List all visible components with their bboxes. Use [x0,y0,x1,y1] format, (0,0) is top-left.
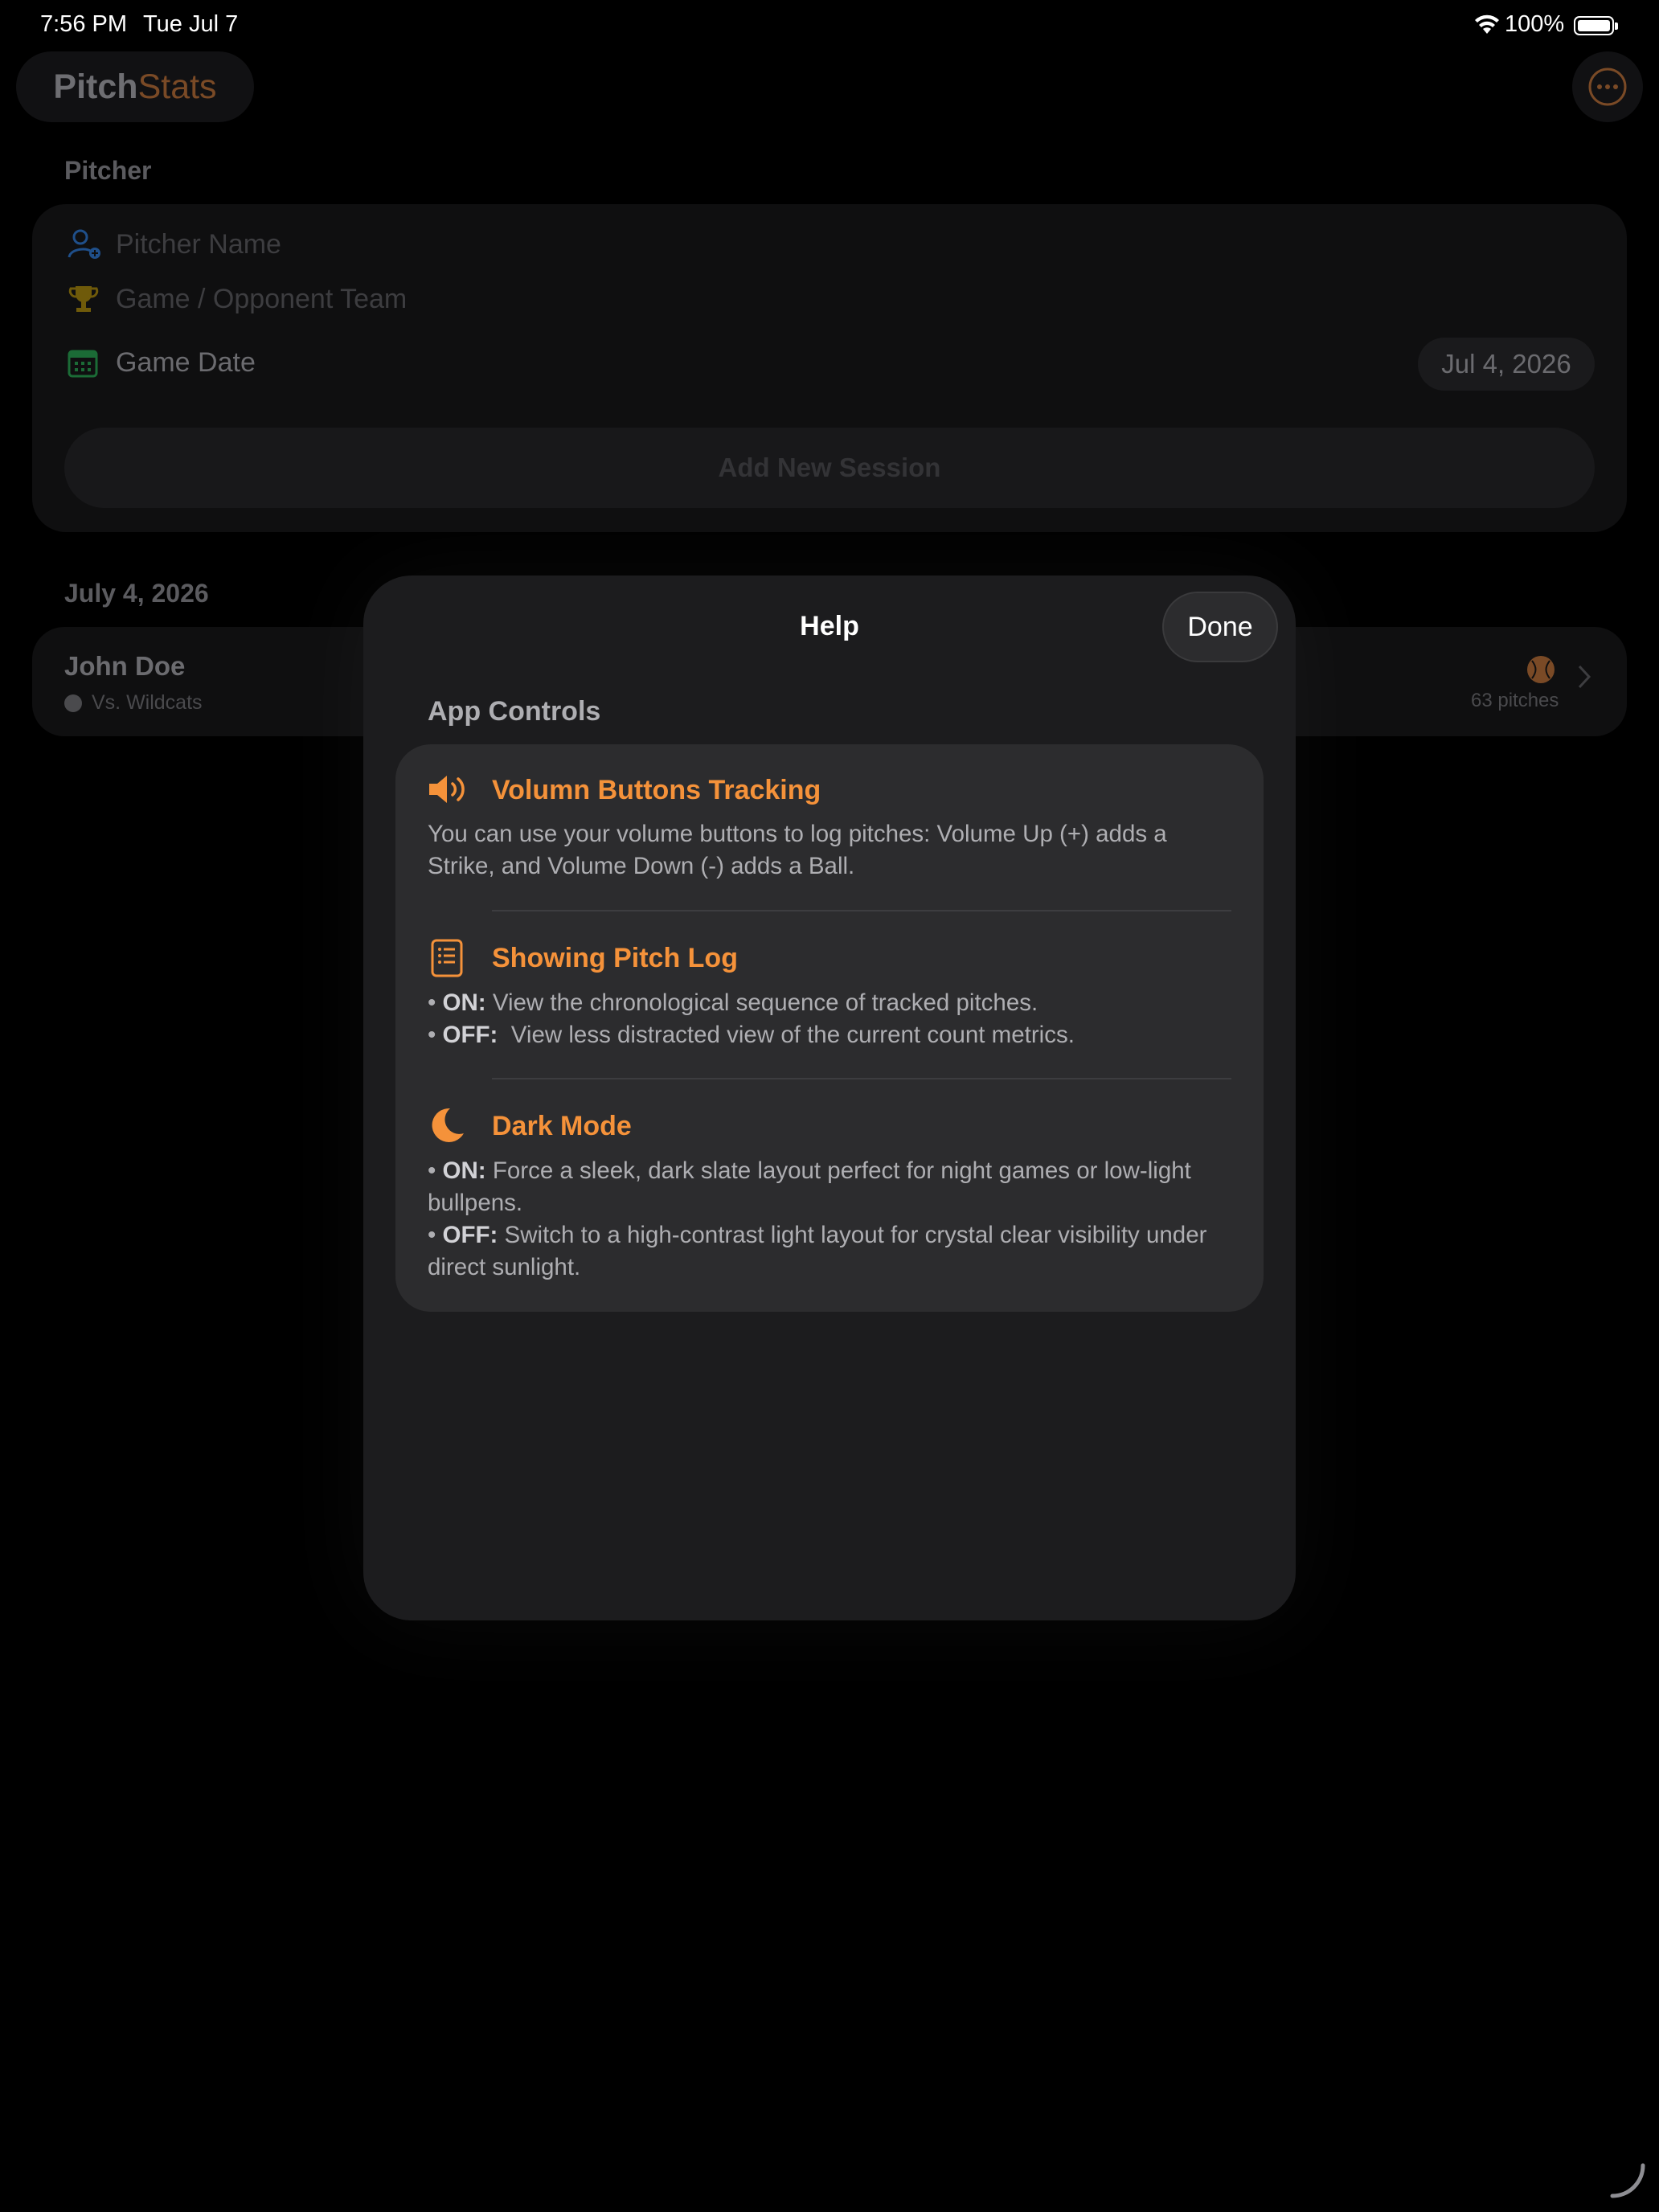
help-title: Help [800,611,859,641]
dark-mode-off-line: • OFF: Switch to a high-contrast light l… [428,1222,1207,1280]
ellipsis-circle-icon [1588,68,1627,106]
status-date: Tue Jul 7 [143,11,239,37]
session-opponent-text: Vs. Wildcats [92,691,203,714]
dark-mode-off-text: Switch to a high-contrast light layout f… [428,1222,1207,1280]
dark-mode-title: Dark Mode [492,1111,632,1141]
divider [492,910,1231,911]
pitch-log-on-label: ON: [442,989,486,1016]
resize-handle-icon[interactable] [1609,2162,1646,2203]
dark-mode-off-label: OFF: [442,1222,498,1248]
divider [492,1078,1231,1079]
dark-mode-on-label: ON: [442,1157,486,1184]
volume-tracking-title: Volumn Buttons Tracking [492,775,821,805]
pitch-log-on-line: • ON: View the chronological sequence of… [428,989,1038,1016]
app-controls-label: App Controls [428,696,601,727]
pitcher-name-input[interactable]: Pitcher Name [116,229,281,260]
volume-tracking-body: You can use your volume buttons to log p… [428,821,1167,879]
moon-icon [426,1104,468,1146]
logo-pitch-text: Pitch [53,67,138,106]
baseball-icon [1526,654,1556,689]
done-button[interactable]: Done [1162,592,1278,662]
pitch-log-on-text: View the chronological sequence of track… [492,989,1038,1016]
person-add-icon [68,229,100,259]
battery-icon [1574,16,1618,35]
app-logo: Pitch Stats [16,51,254,122]
logo-stats-text: Stats [137,67,217,106]
pitcher-section-label: Pitcher [64,156,152,185]
pitch-log-off-text: View less distracted view of the current… [510,1022,1075,1048]
session-pitcher-name: John Doe [64,651,186,681]
battery-percent: 100% [1505,11,1565,37]
game-opponent-row[interactable]: Game / Opponent Team [68,283,407,315]
wifi-icon [1474,13,1500,39]
session-date-header: July 4, 2026 [64,579,209,608]
add-new-session-button[interactable]: Add New Session [64,428,1595,508]
list-document-icon [428,937,466,979]
clock-icon [64,694,82,712]
dark-mode-on-text: Force a sleek, dark slate layout perfect… [428,1157,1191,1216]
session-opponent: Vs. Wildcats [64,691,203,715]
pitch-log-title: Showing Pitch Log [492,943,738,973]
pitch-log-off-line: • OFF: View less distracted view of the … [428,1022,1075,1048]
session-pitch-count: 63 pitches [1471,690,1559,711]
game-date-label: Game Date [116,347,256,378]
chevron-right-icon [1577,664,1591,694]
trophy-icon [68,286,99,312]
speaker-volume-icon [426,770,471,809]
game-date-picker[interactable]: Jul 4, 2026 [1418,338,1595,391]
game-opponent-input[interactable]: Game / Opponent Team [116,284,407,315]
pitch-log-off-label: OFF: [442,1022,498,1048]
game-date-row: Game Date [68,347,256,379]
calendar-icon [68,350,98,377]
status-time: 7:56 PM [40,11,127,37]
dark-mode-on-line: • ON: Force a sleek, dark slate layout p… [428,1157,1191,1216]
more-options-button[interactable] [1572,51,1643,122]
pitcher-name-row[interactable]: Pitcher Name [68,228,281,260]
